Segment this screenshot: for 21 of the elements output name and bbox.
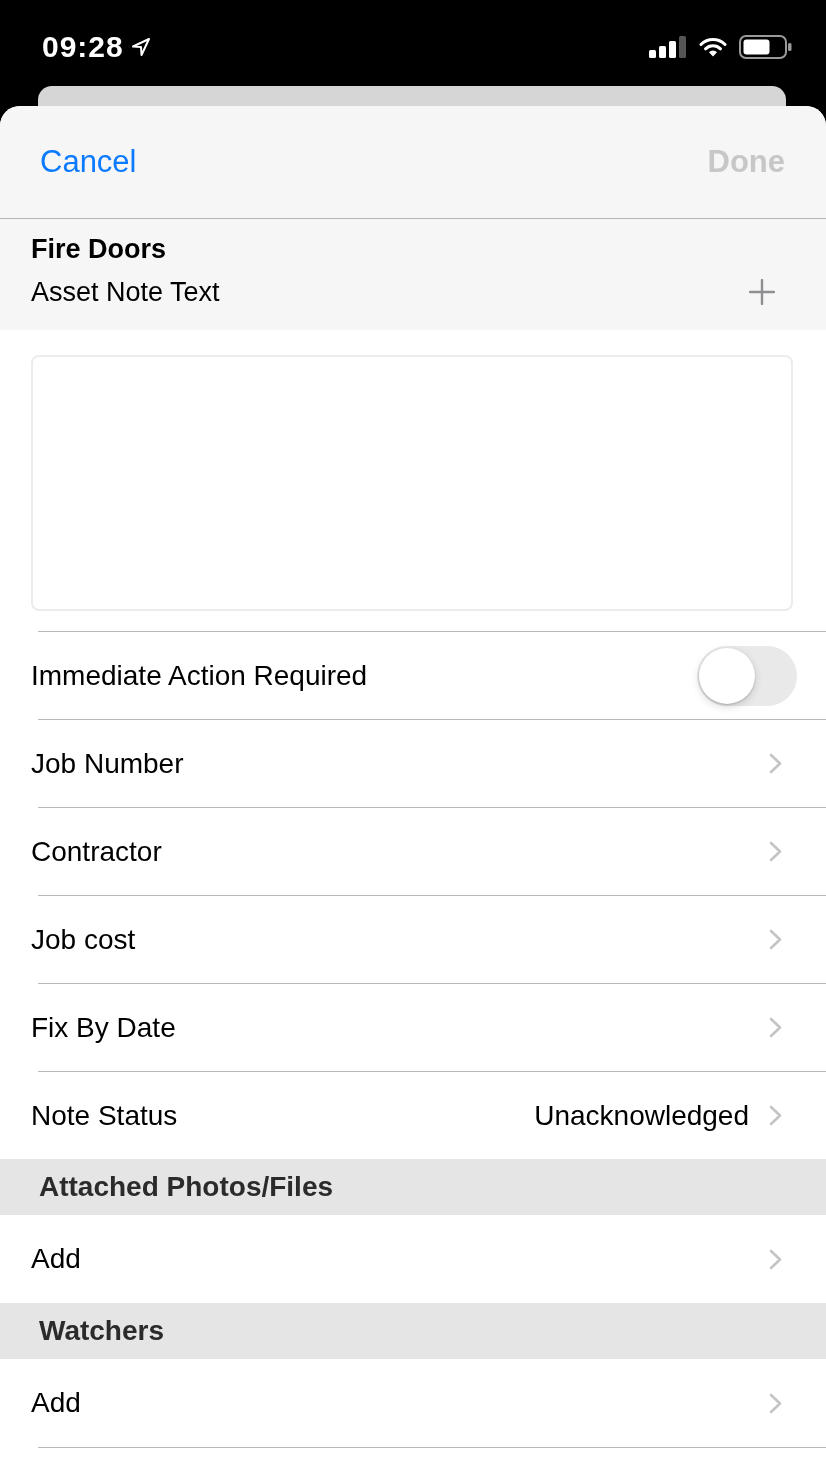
chevron-icon <box>769 841 782 862</box>
chevron-icon <box>769 1017 782 1038</box>
status-time: 09:28 <box>42 30 124 64</box>
field-label: Asset Note Text <box>31 276 220 308</box>
location-arrow-icon <box>130 37 151 57</box>
chevron-icon <box>769 753 782 774</box>
battery-icon <box>739 35 792 59</box>
cancel-button[interactable]: Cancel <box>40 144 137 180</box>
chevron-icon <box>769 929 782 950</box>
section-header: Attached Photos/Files <box>0 1159 826 1215</box>
row-label: Immediate Action Required <box>31 659 369 692</box>
section-header: Watchers <box>0 1303 826 1359</box>
chevron-icon <box>769 1392 782 1414</box>
plus-icon[interactable] <box>749 279 775 305</box>
asset-title: Fire Doors <box>31 233 167 266</box>
row-value: Unacknowledged <box>534 1099 749 1132</box>
wifi-icon <box>699 37 727 57</box>
toggle-switch[interactable] <box>697 645 797 706</box>
chevron-icon <box>769 1105 782 1126</box>
chevron-icon <box>769 1248 782 1270</box>
signal-icon <box>649 36 687 58</box>
